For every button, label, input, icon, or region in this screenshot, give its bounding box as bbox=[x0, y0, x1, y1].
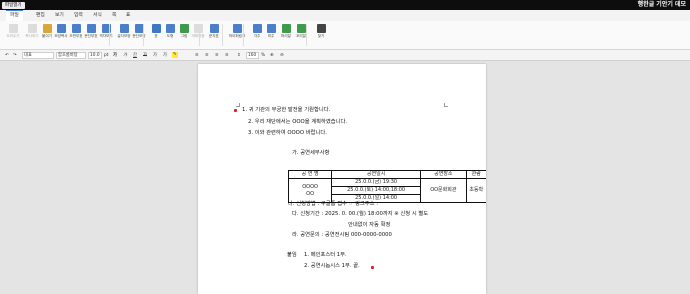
table-cell-date: 25.0.0.(금) 19:30 bbox=[331, 178, 422, 187]
char-shape-icon bbox=[119, 24, 129, 33]
highlight-icon[interactable]: ✎ bbox=[172, 52, 178, 58]
attachment-1: 1. 메인포스터 1부. bbox=[304, 252, 347, 258]
font-size-input[interactable]: 10.0 bbox=[88, 52, 102, 59]
attachment-label: 붙임 bbox=[287, 252, 297, 258]
menu-format[interactable]: 서식 bbox=[93, 10, 102, 21]
strike-button[interactable]: 가 bbox=[143, 50, 147, 61]
menu-file[interactable]: 파일 bbox=[6, 10, 23, 21]
ribbon-button-label: 하이퍼링크 bbox=[228, 34, 246, 38]
section-title: 가. 공연세부사항 bbox=[292, 150, 330, 156]
ribbon-separator bbox=[222, 24, 223, 46]
font-color-icon[interactable]: 가 bbox=[163, 50, 167, 61]
file-open-badge[interactable]: 파일열기 bbox=[2, 1, 25, 9]
table-header-audience: 관람 bbox=[465, 170, 486, 179]
ribbon-separator bbox=[306, 24, 307, 46]
italic-button[interactable]: 가 bbox=[123, 50, 127, 61]
copy-icon bbox=[27, 24, 37, 33]
find-icon bbox=[316, 24, 326, 33]
menu-bar: 파일 편집 보기 입력 서식 쪽 표 bbox=[0, 10, 690, 21]
body-line-1: 1. 귀 기관의 무궁한 발전을 기원합니다. bbox=[242, 107, 331, 113]
control-code-icon bbox=[71, 24, 81, 33]
table-cell-venue: OO문화회관 bbox=[420, 178, 467, 203]
zoom-out-icon[interactable]: ⊖ bbox=[280, 50, 284, 61]
line-spacing-icon[interactable]: ⇕ bbox=[237, 50, 241, 61]
zoom-in-icon[interactable]: ⊕ bbox=[270, 50, 274, 61]
undo-icon[interactable]: ↶ bbox=[5, 50, 9, 61]
paragraph-mark-icon bbox=[86, 24, 96, 33]
ribbon-separator bbox=[199, 24, 200, 46]
table-cell-audience: 초등학 bbox=[465, 178, 486, 203]
menu-page[interactable]: 쪽 bbox=[112, 10, 116, 21]
ribbon-button-footer[interactable]: 꼬리말 bbox=[291, 24, 311, 38]
cursor-mark bbox=[234, 109, 237, 112]
header-icon bbox=[281, 24, 291, 33]
ribbon-separator bbox=[243, 24, 244, 46]
inquiry-line: 라. 공연문의 : 공연전시팀 000-0000-0000 bbox=[292, 232, 392, 238]
underline-button[interactable]: 간 bbox=[133, 50, 137, 61]
ribbon-button-label: 찾기 bbox=[317, 34, 325, 38]
table-header-venue: 공연장소 bbox=[420, 170, 467, 179]
table-cell-name: OOOO OO bbox=[287, 178, 333, 203]
body-line-3: 3. 이와 관련하여 OOOO 바랍니다. bbox=[248, 130, 327, 136]
justify-icon[interactable]: ≡ bbox=[225, 50, 229, 61]
redo-icon[interactable]: ↷ bbox=[13, 50, 17, 61]
font-unit: pt bbox=[104, 53, 109, 58]
superscript-button[interactable]: 가 bbox=[153, 50, 157, 61]
ribbon-button-label: 문자표 bbox=[209, 34, 219, 38]
ribbon-button-find[interactable]: 찾기 bbox=[311, 24, 331, 38]
menu-table[interactable]: 표 bbox=[126, 10, 130, 21]
ribbon-button-grid[interactable]: 격자보기 bbox=[96, 24, 116, 38]
format-toolbar: ↶ ↷ 대표 함초롬바탕 10.0 pt 가 가 간 가 가 가 ✎ ≡ ≡ ≡… bbox=[0, 50, 690, 61]
menu-insert[interactable]: 입력 bbox=[74, 10, 83, 21]
title-bar: 파일열기 행한글 기안기 데모 bbox=[0, 0, 690, 10]
hyperlink-icon bbox=[232, 24, 242, 33]
table-cell-date: 25.0.0.(토) 14:00,18:00 bbox=[331, 186, 422, 195]
apply-period-line: 다. 신청기간 : 2025. 0. 00.(월) 18:00까지 ※ 신청 시… bbox=[292, 211, 429, 217]
zoom-unit: % bbox=[261, 53, 266, 58]
end-mark bbox=[371, 266, 374, 269]
group-icon bbox=[193, 24, 203, 33]
align-left-icon[interactable]: ≡ bbox=[195, 50, 199, 61]
ribbon-button-label: 격자보기 bbox=[99, 34, 113, 38]
menu-edit[interactable]: 편집 bbox=[36, 10, 45, 21]
endnote-icon bbox=[266, 24, 276, 33]
ribbon-button-label: 꼬리말 bbox=[296, 34, 306, 38]
symbol-icon bbox=[209, 24, 219, 33]
ribbon-button-cut[interactable]: 오려두기 bbox=[3, 24, 23, 38]
performance-table[interactable]: 공 연 명 공연일시 공연장소 관람 OOOO OO 25.0.0.(금) 19… bbox=[287, 170, 486, 203]
format-painter-icon bbox=[56, 24, 66, 33]
app-title: 행한글 기안기 데모 bbox=[637, 1, 686, 8]
margin-corner-marker bbox=[444, 103, 448, 107]
margin-corner-marker bbox=[236, 103, 240, 107]
ribbon-button-label: 오려두기 bbox=[6, 34, 20, 38]
apply-period-note: 안내없이 자동 확정 bbox=[348, 222, 391, 228]
table-header-datetime: 공연일시 bbox=[331, 170, 422, 179]
ribbon-button-symbol[interactable]: 문자표 bbox=[204, 24, 224, 38]
align-center-icon[interactable]: ≡ bbox=[205, 50, 209, 61]
menu-view[interactable]: 보기 bbox=[55, 10, 64, 21]
document-page[interactable]: 1. 귀 기관의 무궁한 발전을 기원합니다. 2. 우리 재단에서는 OOO을… bbox=[198, 64, 486, 294]
apply-method-line: 나. 신청방법 : 구글폼 접수 ☞ 링크주소 : bbox=[288, 201, 379, 207]
ribbon-separator bbox=[143, 24, 144, 46]
footer-icon bbox=[296, 24, 306, 33]
attachment-2: 2. 공연시놉시스 1부. 끝. bbox=[304, 263, 360, 269]
ribbon-button-hyperlink[interactable]: 하이퍼링크 bbox=[227, 24, 247, 38]
ribbon-separator bbox=[109, 24, 110, 46]
cut-icon bbox=[8, 24, 18, 33]
table-header-name: 공 연 명 bbox=[287, 170, 333, 179]
zoom-input[interactable]: 160 bbox=[246, 52, 259, 59]
align-right-icon[interactable]: ≡ bbox=[215, 50, 219, 61]
body-line-2: 2. 우리 재단에서는 OOO을 계획하였습니다. bbox=[248, 119, 348, 125]
bold-button[interactable]: 가 bbox=[113, 50, 117, 61]
ribbon-toolbar: 오려두기 복사하기 붙이기 모양복사 조판부호 문단부호 격자보기 글자모양 문단모양 표 도형 그림… bbox=[0, 21, 690, 50]
font-select[interactable]: 함초롬바탕 bbox=[56, 52, 86, 59]
style-select[interactable]: 대표 bbox=[22, 52, 54, 59]
